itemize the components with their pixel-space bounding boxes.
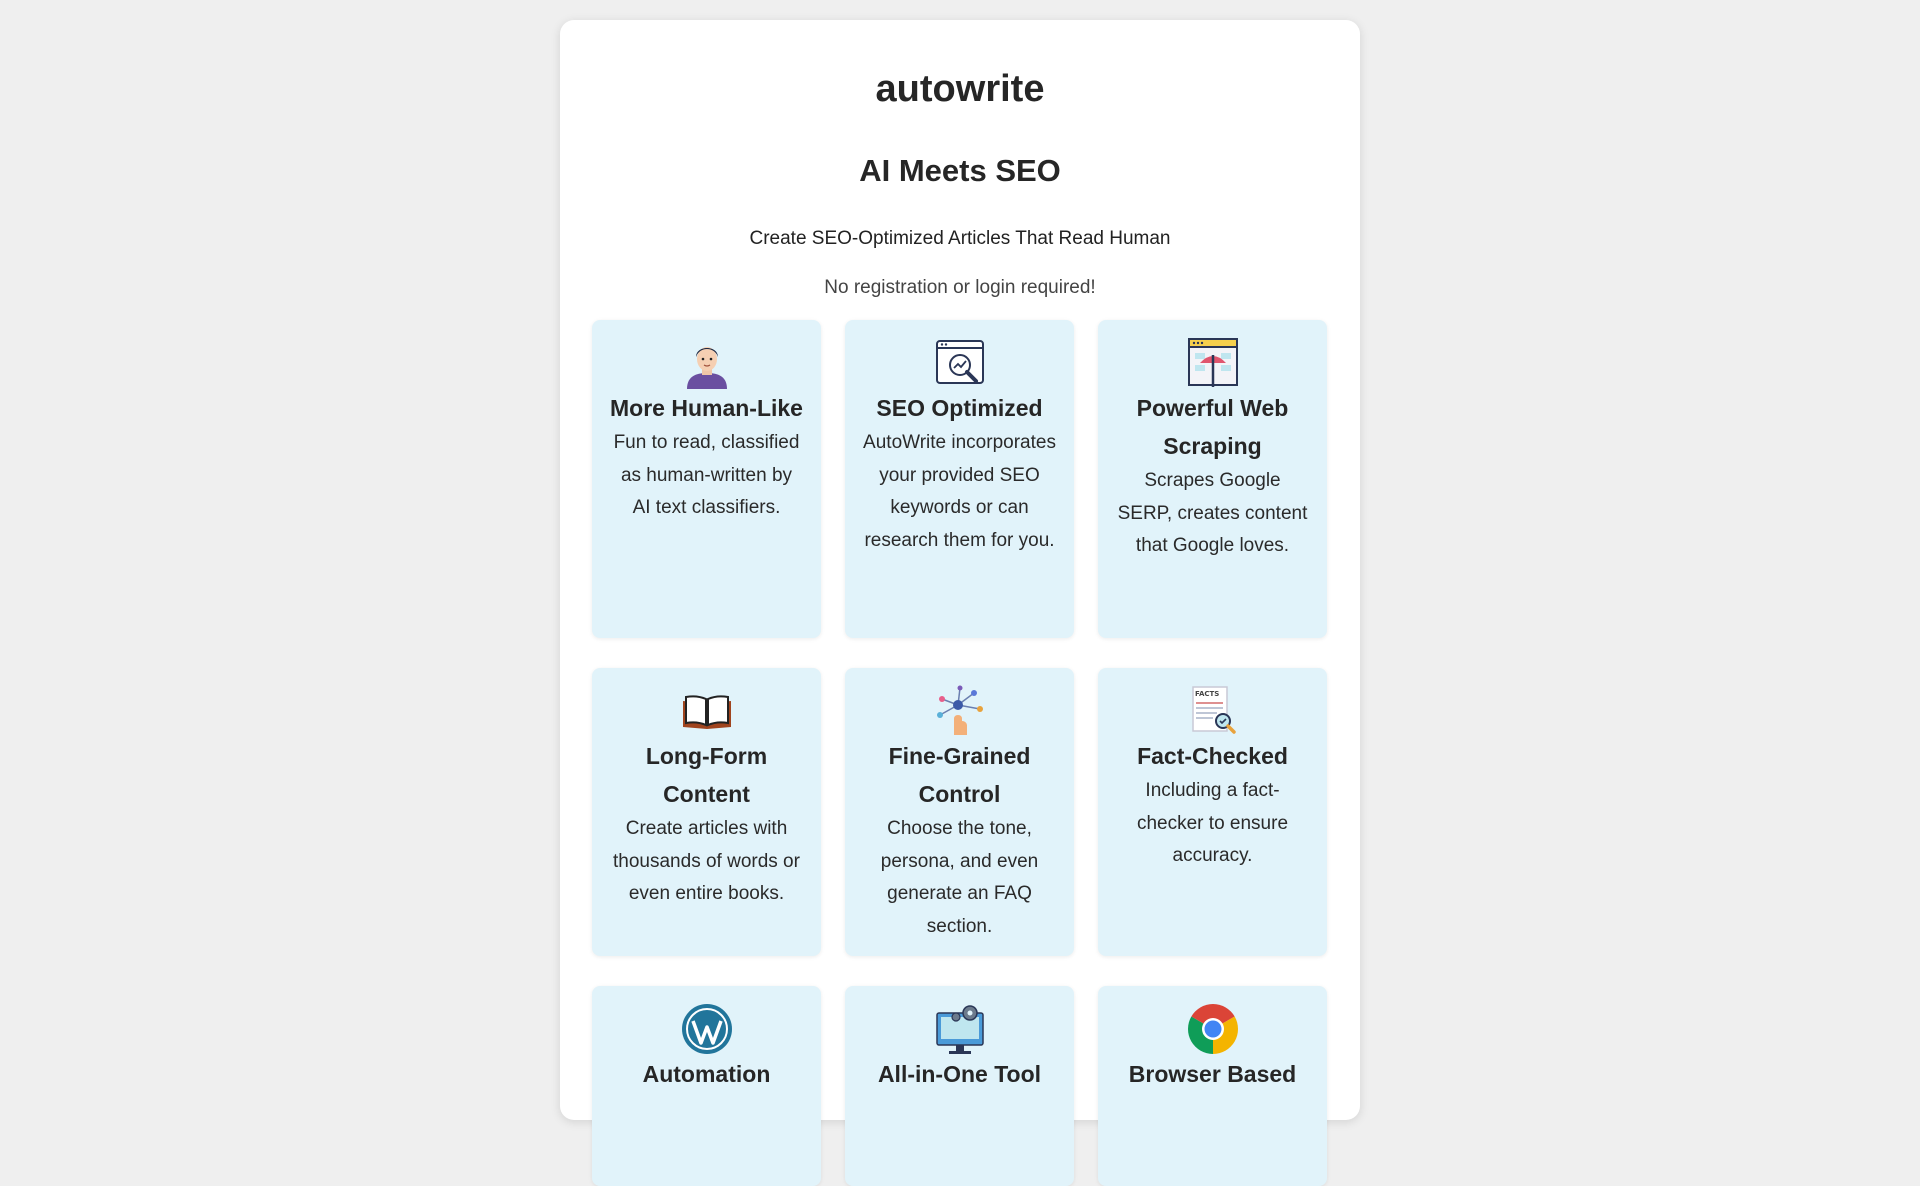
feature-card-fact-checked: FACTS Fact-Checked Including a fact-chec…	[1098, 668, 1327, 956]
feature-title: Long-Form Content	[645, 743, 768, 807]
registration-note: No registration or login required!	[824, 277, 1096, 298]
feature-card-fine-grained: Fine-Grained Control Choose the tone, pe…	[845, 668, 1074, 956]
chrome-icon	[1187, 1003, 1239, 1055]
main-card: autowrite AI Meets SEO Create SEO-Optimi…	[560, 20, 1360, 1186]
feature-card-browser-based: Browser Based	[1098, 986, 1327, 1186]
feature-card-web-scraping: Powerful Web Scraping Scrapes Google SER…	[1098, 320, 1327, 638]
feature-title: SEO Optimized	[876, 395, 1043, 421]
feature-card-human-like: More Human-Like Fun to read, classified …	[592, 320, 821, 638]
facts-check-icon: FACTS	[1187, 685, 1239, 737]
feature-title: More Human-Like	[610, 395, 803, 421]
feature-title: Browser Based	[1128, 1061, 1297, 1087]
feature-description: Create articles with thousands of words …	[613, 818, 800, 904]
feature-title: Fact-Checked	[1137, 743, 1288, 769]
page-headline: AI Meets SEO	[859, 153, 1061, 188]
site-logo[interactable]: autowrite	[560, 68, 1360, 111]
feature-title: Automation	[642, 1061, 771, 1087]
feature-description: Fun to read, classified as human-written…	[613, 432, 800, 518]
wordpress-icon	[681, 1003, 733, 1055]
feature-card-seo-optimized: SEO Optimized AutoWrite incorporates you…	[845, 320, 1074, 638]
feature-description: AutoWrite incorporates your provided SEO…	[863, 432, 1056, 551]
feature-title: All-in-One Tool	[877, 1061, 1042, 1087]
feature-card-long-form: Long-Form Content Create articles with t…	[592, 668, 821, 956]
web-scraping-icon	[1187, 337, 1239, 389]
open-book-icon	[681, 685, 733, 737]
svg-text:FACTS: FACTS	[1195, 690, 1219, 698]
feature-title: Fine-Grained Control	[888, 743, 1031, 807]
feature-description: Choose the tone, persona, and even gener…	[880, 818, 1039, 937]
control-network-icon	[934, 685, 986, 737]
person-icon	[681, 337, 733, 389]
monitor-gear-icon	[934, 1003, 986, 1055]
feature-card-automation: Automation	[592, 986, 821, 1186]
feature-grid: More Human-Like Fun to read, classified …	[592, 320, 1328, 1186]
feature-title: Powerful Web Scraping	[1136, 395, 1289, 459]
feature-description: Including a fact-checker to ensure accur…	[1136, 780, 1289, 866]
seo-analysis-icon	[934, 337, 986, 389]
feature-card-all-in-one: All-in-One Tool	[845, 986, 1074, 1186]
feature-description: Scrapes Google SERP, creates content tha…	[1117, 470, 1308, 556]
tagline: Create SEO-Optimized Articles That Read …	[749, 228, 1171, 249]
